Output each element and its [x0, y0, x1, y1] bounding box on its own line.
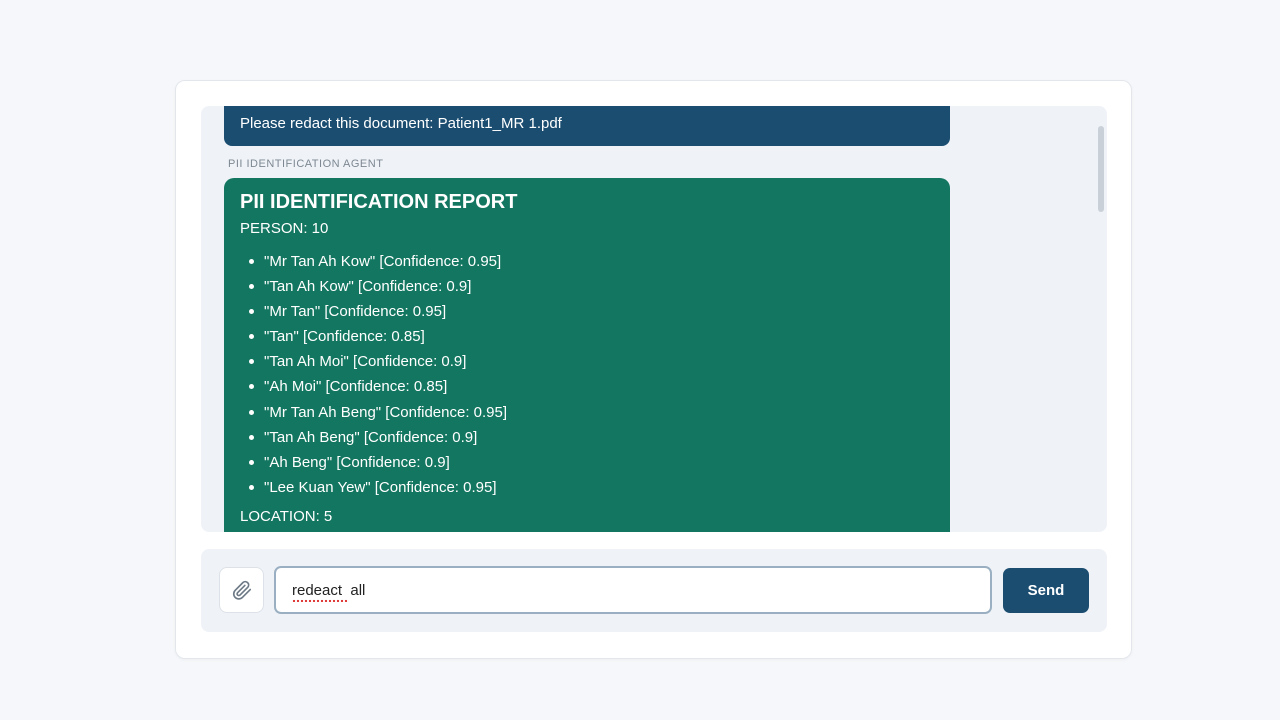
person-item-text: "Tan Ah Moi" [Confidence: 0.9]: [264, 353, 467, 371]
person-item-text: "Mr Tan" [Confidence: 0.95]: [264, 303, 447, 321]
bullet: [249, 259, 254, 264]
location-heading: LOCATION: 5: [240, 507, 333, 525]
person-heading: PERSON: 10: [240, 220, 329, 237]
person-item: "Tan" [Confidence: 0.85]: [240, 324, 934, 349]
agent-message: PII IDENTIFICATION REPORT PERSON: 10 "Mr…: [224, 178, 950, 532]
chat-panel: Please redact this document: Patient1_MR…: [175, 80, 1132, 659]
bullet: [249, 434, 254, 440]
person-item: "Tan Ah Moi" [Confidence: 0.9]: [240, 349, 934, 374]
person-item: "Ah Moi" [Confidence: 0.85]: [240, 374, 934, 399]
person-item-text: "Tan" [Confidence: 0.85]: [264, 328, 425, 346]
bullet: [249, 309, 254, 315]
person-list: "Mr Tan Ah Kow" [Confidence: 0.95] "Tan …: [240, 249, 934, 500]
person-item-text: "Ah Moi" [Confidence: 0.85]: [264, 378, 448, 396]
message-list[interactable]: Please redact this document: Patient1_MR…: [201, 106, 1107, 532]
scrollbar-thumb[interactable]: [1098, 126, 1104, 212]
person-item-text: "Lee Kuan Yew" [Confidence: 0.95]: [264, 478, 497, 496]
person-item: "Tan Ah Beng" [Confidence: 0.9]: [240, 425, 934, 450]
bullet: [249, 284, 254, 290]
bullet: [249, 484, 254, 490]
composer: Send: [201, 549, 1107, 632]
bullet: [249, 334, 254, 340]
user-message-text: Please redact this document: Patient1_MR…: [240, 115, 562, 132]
user-message: Please redact this document: Patient1_MR…: [224, 106, 950, 146]
person-item: "Mr Tan Ah Beng" [Confidence: 0.95]: [240, 400, 934, 425]
bullet: [249, 359, 254, 365]
person-item-text: "Tan Ah Beng" [Confidence: 0.9]: [264, 428, 478, 446]
bullet: [249, 384, 254, 390]
person-item-text: "Mr Tan Ah Beng" [Confidence: 0.95]: [264, 403, 508, 421]
bullet: [249, 459, 254, 465]
attach-button[interactable]: [219, 567, 264, 613]
message-input[interactable]: [274, 566, 992, 614]
person-item: "Mr Tan Ah Kow" [Confidence: 0.95]: [240, 249, 934, 274]
person-item: "Mr Tan" [Confidence: 0.95]: [240, 299, 934, 324]
person-item: "Ah Beng" [Confidence: 0.9]: [240, 450, 934, 475]
paperclip-icon: [232, 580, 251, 600]
send-button[interactable]: Send: [1003, 568, 1089, 613]
agent-label: PII IDENTIFICATION AGENT: [228, 158, 384, 170]
person-item-text: "Mr Tan Ah Kow" [Confidence: 0.95]: [264, 253, 502, 270]
person-item-text: "Ah Beng" [Confidence: 0.9]: [264, 453, 450, 471]
person-item: "Lee Kuan Yew" [Confidence: 0.95]: [240, 475, 934, 500]
scrollbar[interactable]: [1098, 126, 1104, 526]
report-title: PII IDENTIFICATION REPORT: [240, 191, 518, 213]
bullet: [249, 409, 254, 415]
person-item: "Tan Ah Kow" [Confidence: 0.9]: [240, 274, 934, 299]
person-item-text: "Tan Ah Kow" [Confidence: 0.9]: [264, 278, 472, 296]
